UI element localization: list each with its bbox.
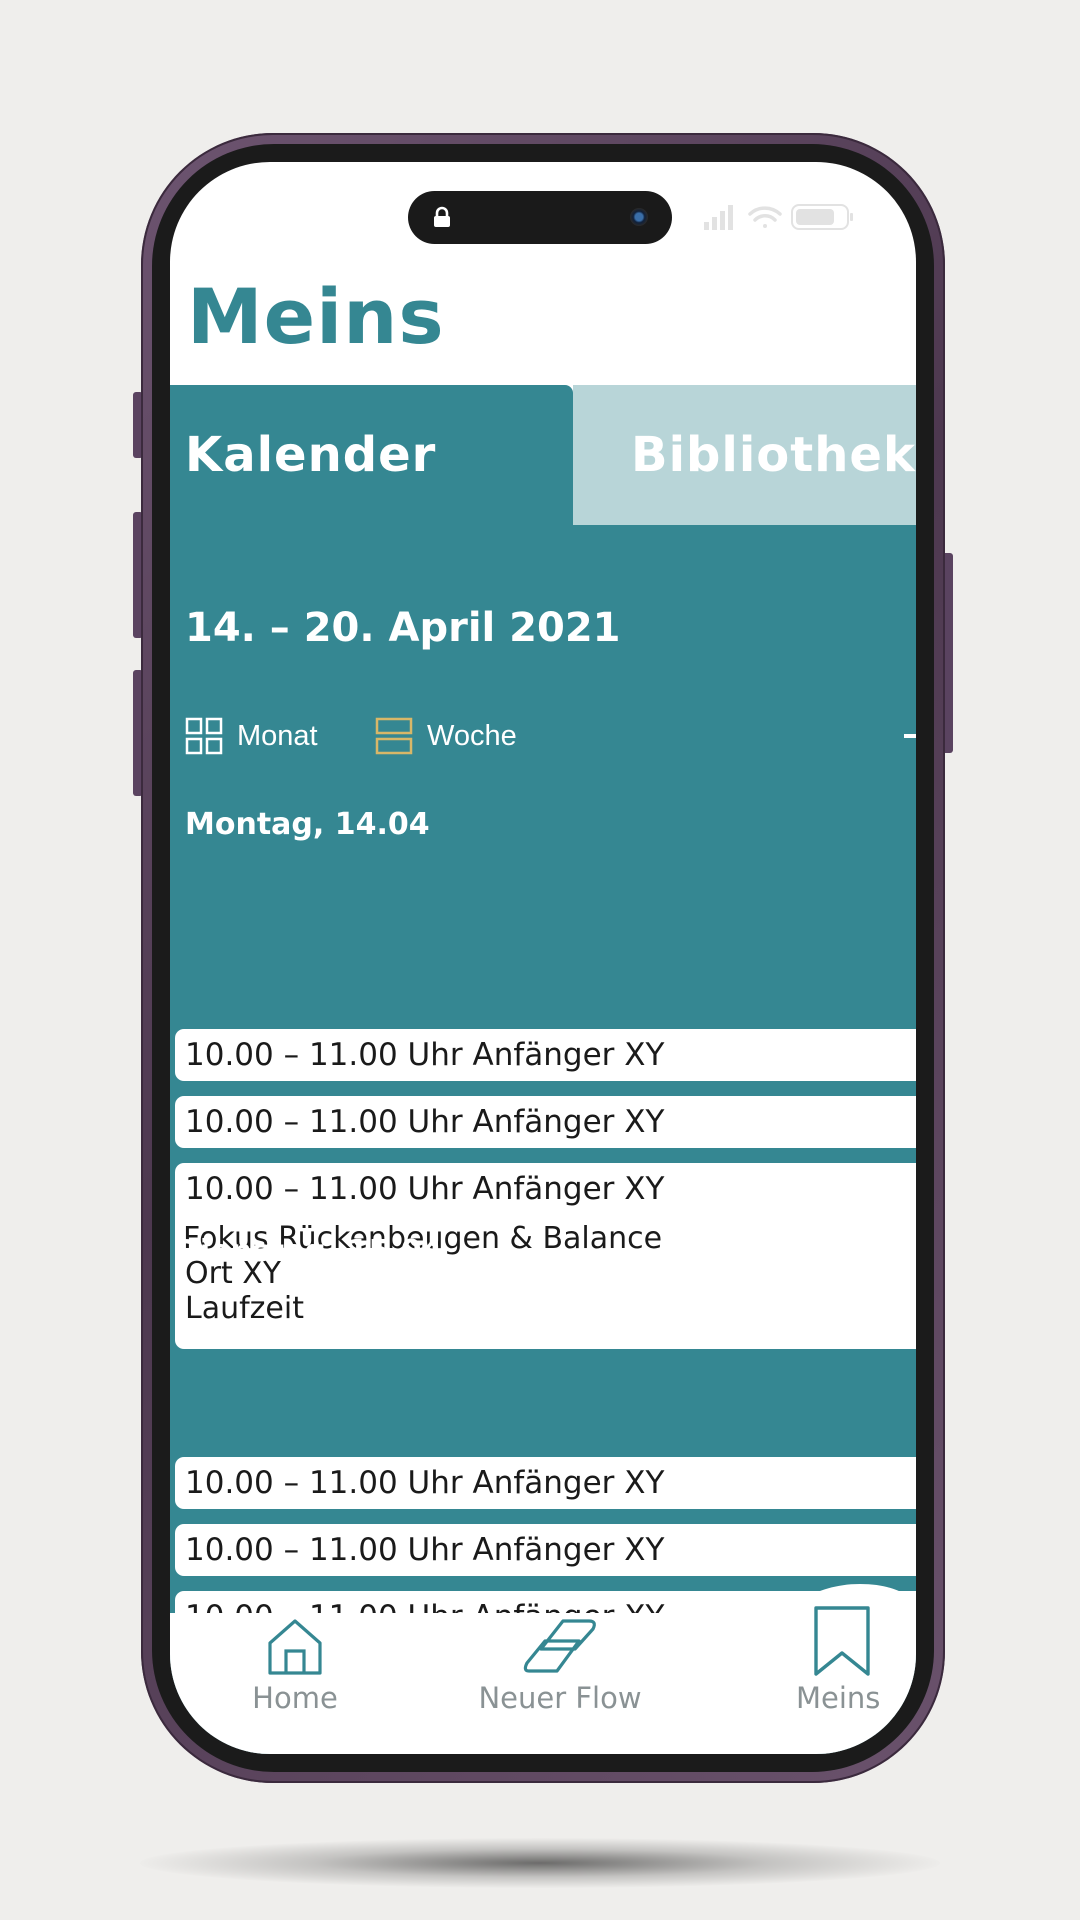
camera-icon [630,208,648,226]
bookmark-icon [814,1606,870,1676]
home-icon [268,1619,322,1675]
rows-icon [375,717,413,755]
battery-icon [791,204,853,230]
calendar-panel: 14. – 20. April 2021 Monat Woche Montag,… [170,525,916,1754]
collapse-icon[interactable] [904,716,916,756]
nav-home-label: Home [252,1681,338,1715]
event-card[interactable]: 10.00 – 11.00 Uhr Anfänger XY [175,1029,916,1081]
app-screen: Meins Kalender Bibliothek 14. – 20. Apri… [170,162,916,1754]
event-title: 10.00 – 11.00 Uhr Anfänger XY [185,1465,665,1501]
grid-icon [185,717,223,755]
bottom-nav: Home Neuer Flow Meins [170,1583,916,1754]
event-title: 10.00 – 11.00 Uhr Anfänger XY [185,1532,665,1568]
signal-icon [704,205,733,230]
event-title: 10.00 – 11.00 Uhr Anfänger XY [185,1171,665,1207]
nav-meins-label: Meins [796,1681,881,1715]
status-bar [704,204,853,230]
nav-neuer-flow[interactable]: Neuer Flow [460,1583,660,1723]
tab-kalender[interactable]: Kalender [170,385,573,525]
event-title: 10.00 – 11.00 Uhr Anfänger XY [185,1037,665,1073]
event-card[interactable]: 10.00 – 11.00 Uhr Anfänger XY [175,1096,916,1148]
event-card[interactable]: 10.00 – 11.00 Uhr Anfänger XY [175,1524,916,1576]
view-month-button[interactable]: Monat [185,716,318,756]
nav-home[interactable]: Home [230,1583,360,1723]
device-shadow [140,1838,940,1888]
tab-bar: Kalender Bibliothek [170,385,916,525]
wifi-icon [748,206,782,228]
nav-neuer-flow-label: Neuer Flow [478,1681,642,1715]
flow-icon [523,1619,596,1673]
nav-meins[interactable]: Meins [790,1583,916,1723]
phone-frame: Meins Kalender Bibliothek 14. – 20. Apri… [141,133,945,1783]
lock-icon [434,206,450,227]
week-range: 14. – 20. April 2021 [185,605,621,651]
tab-bibliothek[interactable]: Bibliothek [573,385,916,525]
view-week-label: Woche [427,719,517,752]
view-week-button[interactable]: Woche [375,716,517,756]
view-month-label: Monat [237,719,318,752]
view-toggle: Monat Woche [185,716,916,756]
event-title: 10.00 – 11.00 Uhr Anfänger XY [185,1104,665,1140]
event-card[interactable]: 10.00 – 11.00 Uhr Anfänger XY [175,1457,916,1509]
day-heading-monday: Montag, 14.04 [185,807,430,842]
dynamic-island [408,191,672,244]
event-duration: Laufzeit [185,1291,304,1326]
page-title: Meins [187,272,445,361]
day-heading-tuesday: Dienstag, 15.04 [175,1234,443,1269]
